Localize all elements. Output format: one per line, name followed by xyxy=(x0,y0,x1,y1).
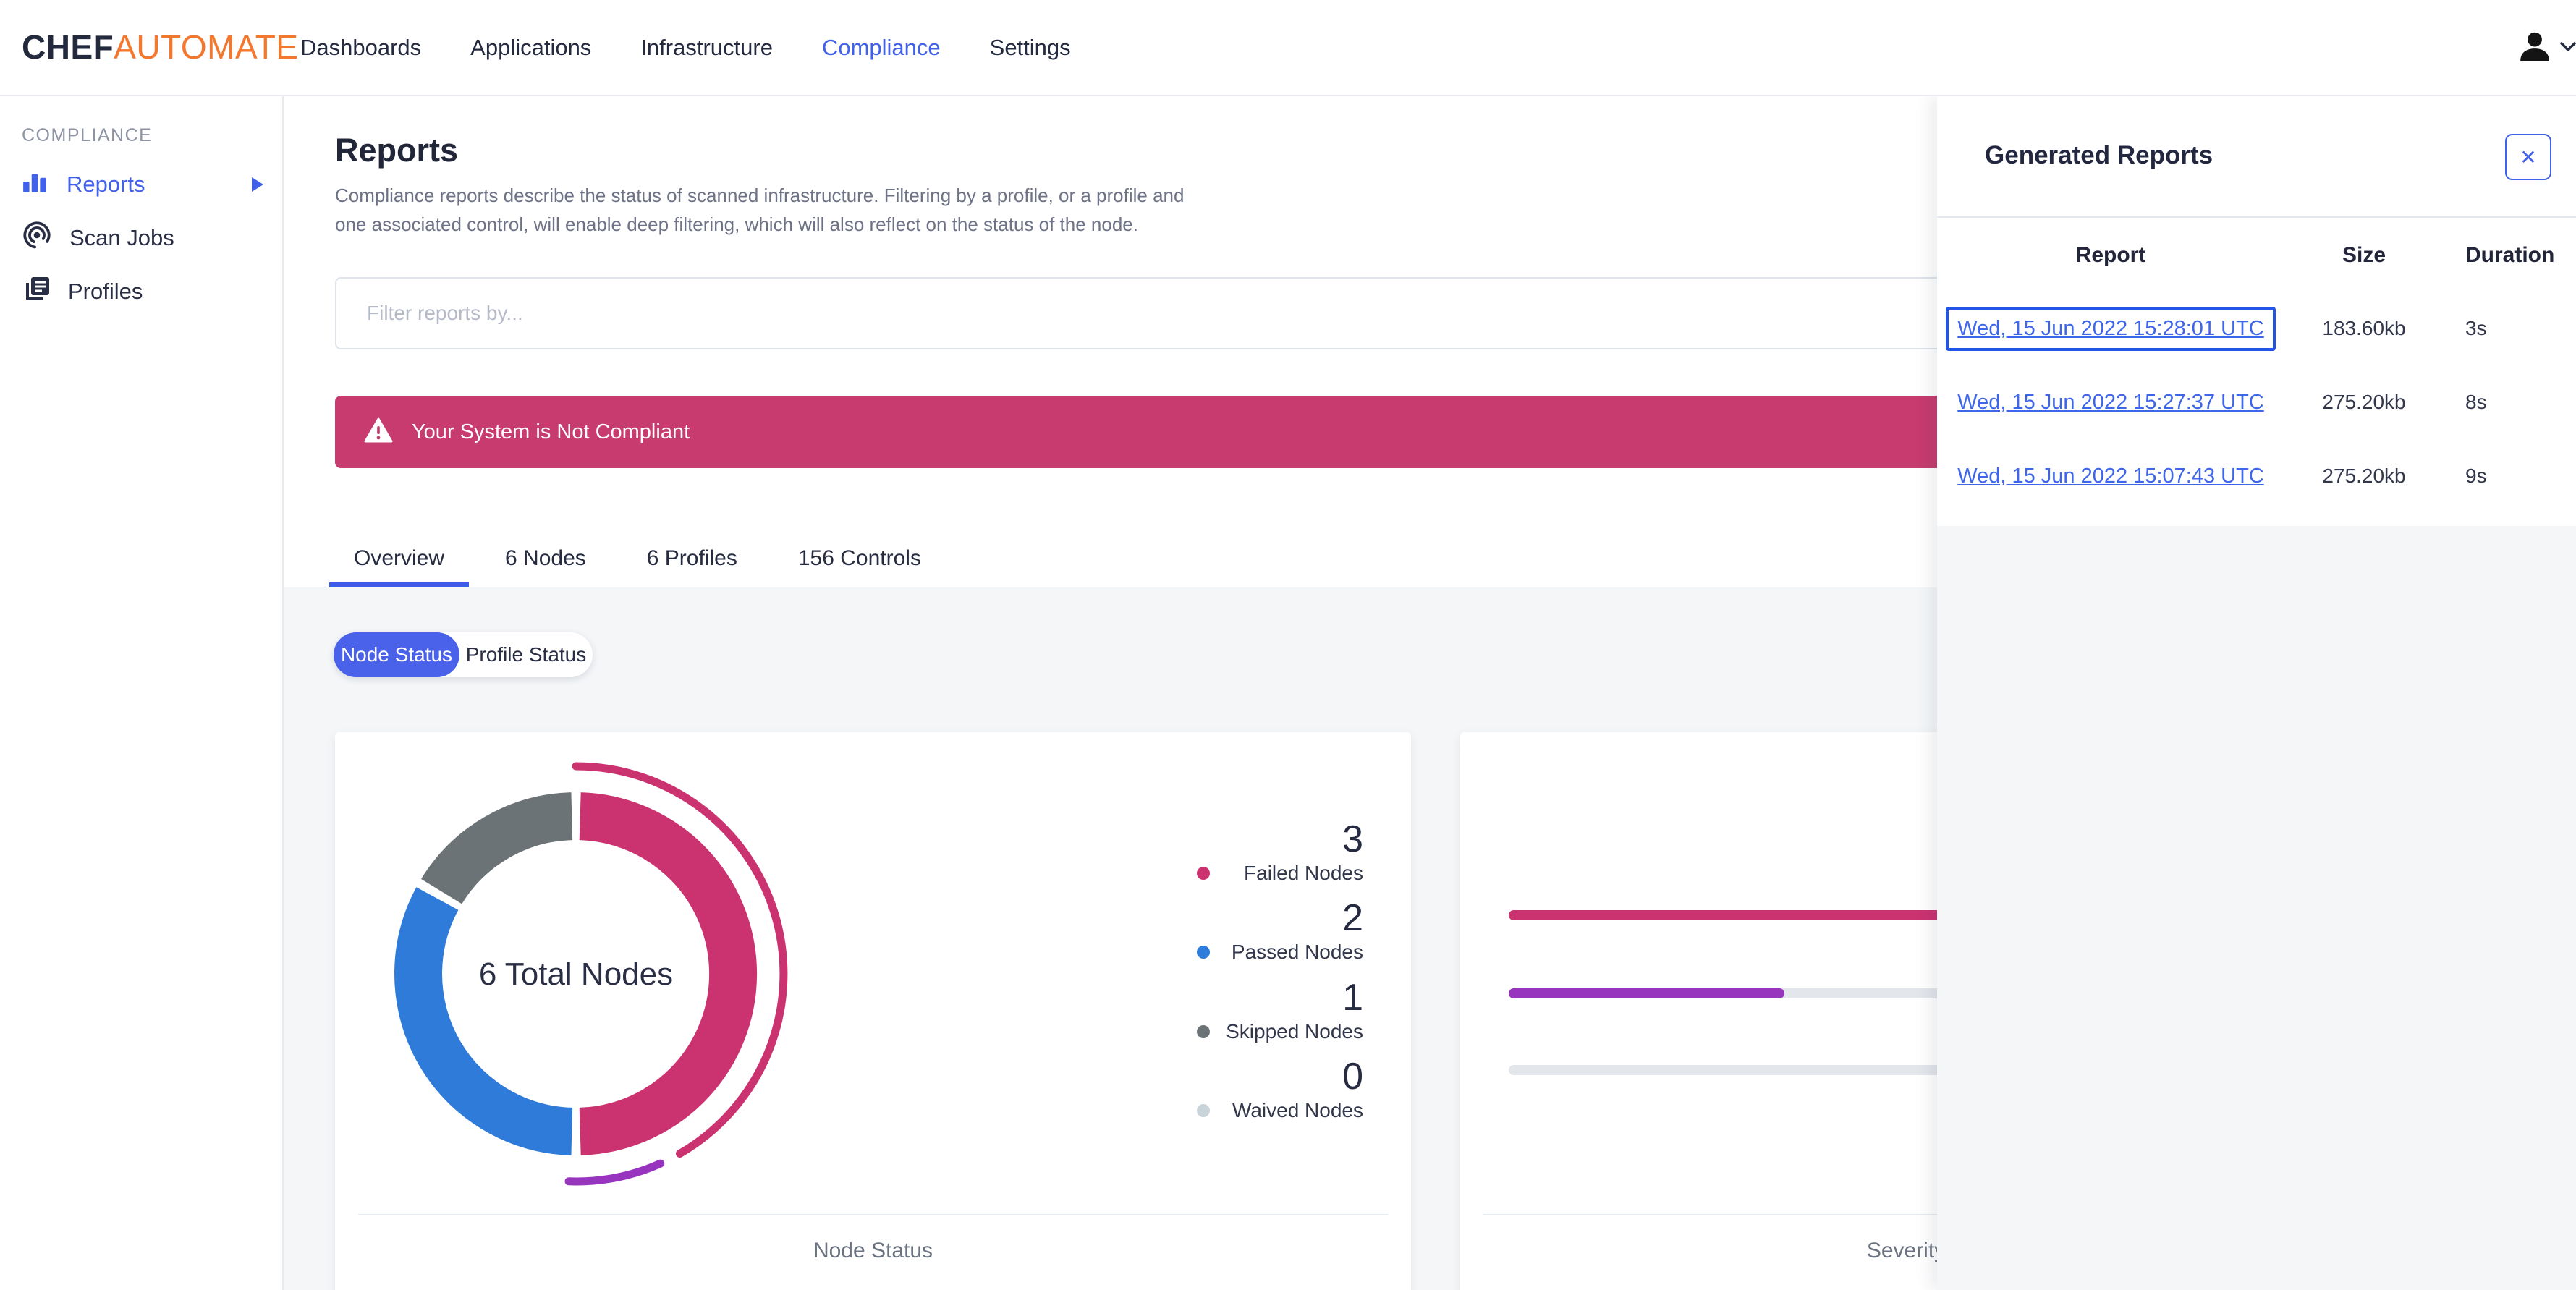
nav-infrastructure[interactable]: Infrastructure xyxy=(640,35,773,61)
selected-report-focus-ring: Wed, 15 Jun 2022 15:28:01 UTC xyxy=(1946,306,2276,351)
page-description-line2: one associated control, will enable deep… xyxy=(335,213,1138,235)
tab-controls[interactable]: 156 Controls xyxy=(774,529,946,587)
sidebar-item-label: Scan Jobs xyxy=(69,225,174,250)
nav-compliance[interactable]: Compliance xyxy=(822,35,941,61)
tab-profiles[interactable]: 6 Profiles xyxy=(622,529,762,587)
sidebar: COMPLIANCE Reports Scan Jobs Profiles xyxy=(0,96,284,1290)
waived-label: Waived Nodes xyxy=(1232,1099,1363,1121)
legend-item-failed: 3 Failed Nodes xyxy=(1197,819,1363,884)
tab-nodes[interactable]: 6 Nodes xyxy=(480,529,611,587)
reports-table-header: Report Size Duration xyxy=(1937,239,2576,271)
table-row: Wed, 15 Jun 2022 15:27:37 UTC 275.20kb 8… xyxy=(1937,386,2576,418)
report-tabs: Overview 6 Nodes 6 Profiles 156 Controls xyxy=(329,529,946,587)
nav-dashboards[interactable]: Dashboards xyxy=(300,35,421,61)
nav-settings[interactable]: Settings xyxy=(990,35,1071,61)
user-avatar-icon xyxy=(2517,29,2553,69)
close-icon: ✕ xyxy=(2520,145,2537,169)
warning-triangle-icon xyxy=(364,417,393,447)
sidebar-item-reports[interactable]: Reports xyxy=(0,166,284,203)
user-menu-button[interactable] xyxy=(2517,29,2576,69)
sidebar-item-label: Reports xyxy=(67,171,145,197)
waived-dot-icon xyxy=(1197,1104,1210,1117)
column-header-size: Size xyxy=(2342,243,2386,267)
sidebar-item-label: Profiles xyxy=(68,279,143,304)
card-footer-divider xyxy=(358,1214,1388,1215)
donut-total-label: 6 Total Nodes xyxy=(478,956,674,992)
report-duration: 9s xyxy=(2465,464,2487,487)
tab-overview[interactable]: Overview xyxy=(329,529,470,587)
primary-nav: Dashboards Applications Infrastructure C… xyxy=(300,0,1071,95)
waived-count: 0 xyxy=(1342,1056,1363,1098)
page-title: Reports xyxy=(335,132,459,169)
page-description-line1: Compliance reports describe the status o… xyxy=(335,184,1185,206)
report-size: 183.60kb xyxy=(2322,317,2406,339)
app-root: CHEFAUTOMATE Dashboards Applications Inf… xyxy=(0,0,2576,1290)
top-navbar: CHEFAUTOMATE Dashboards Applications Inf… xyxy=(0,0,2576,96)
toggle-node-status[interactable]: Node Status xyxy=(334,632,459,677)
page-description: Compliance reports describe the status o… xyxy=(335,181,1184,239)
table-row: Wed, 15 Jun 2022 15:28:01 UTC 183.60kb 3… xyxy=(1937,306,2576,351)
close-panel-button[interactable]: ✕ xyxy=(2505,134,2551,180)
node-status-card-footer: Node Status xyxy=(813,1239,933,1263)
panel-title: Generated Reports xyxy=(1985,141,2213,169)
sidebar-item-scan-jobs[interactable]: Scan Jobs xyxy=(0,219,284,257)
node-status-card: 6 Total Nodes 3 Failed Nodes 2 Passed No… xyxy=(335,732,1411,1290)
report-duration: 8s xyxy=(2465,391,2487,413)
skipped-dot-icon xyxy=(1197,1025,1210,1038)
passed-count: 2 xyxy=(1342,897,1363,939)
report-link[interactable]: Wed, 15 Jun 2022 15:27:37 UTC xyxy=(1957,391,2263,415)
report-link[interactable]: Wed, 15 Jun 2022 15:28:01 UTC xyxy=(1957,317,2263,340)
passed-dot-icon xyxy=(1197,946,1210,959)
chevron-down-icon xyxy=(2560,42,2576,56)
report-link[interactable]: Wed, 15 Jun 2022 15:07:43 UTC xyxy=(1957,464,2263,488)
logo-automate: AUTOMATE xyxy=(114,28,299,66)
sidebar-section-label: COMPLIANCE xyxy=(22,125,153,145)
banner-text: Your System is Not Compliant xyxy=(412,420,690,444)
skipped-count: 1 xyxy=(1342,977,1363,1019)
failed-count: 3 xyxy=(1342,818,1363,860)
status-toggle: Node Status Profile Status xyxy=(334,632,593,677)
generated-reports-panel: Generated Reports ✕ Report Size Duration… xyxy=(1937,96,2576,1290)
legend-item-passed: 2 Passed Nodes xyxy=(1197,898,1363,963)
severity-bar-major-fill xyxy=(1509,988,1784,998)
logo-chef: CHEF xyxy=(22,28,114,66)
sidebar-item-profiles[interactable]: Profiles xyxy=(0,273,284,310)
legend-item-skipped: 1 Skipped Nodes xyxy=(1197,977,1363,1043)
passed-label: Passed Nodes xyxy=(1231,941,1363,963)
report-duration: 3s xyxy=(2465,317,2487,339)
report-size: 275.20kb xyxy=(2322,464,2406,487)
panel-header-divider xyxy=(1937,216,2576,218)
toggle-profile-status[interactable]: Profile Status xyxy=(459,632,593,677)
skipped-label: Skipped Nodes xyxy=(1226,1020,1363,1043)
nav-applications[interactable]: Applications xyxy=(470,35,591,61)
table-row: Wed, 15 Jun 2022 15:07:43 UTC 275.20kb 9… xyxy=(1937,460,2576,492)
profiles-document-icon xyxy=(22,274,51,309)
failed-dot-icon xyxy=(1197,867,1210,880)
column-header-duration: Duration xyxy=(2465,243,2555,267)
column-header-report: Report xyxy=(2075,243,2146,267)
report-size: 275.20kb xyxy=(2322,391,2406,413)
legend-item-waived: 0 Waived Nodes xyxy=(1197,1056,1363,1121)
failed-label: Failed Nodes xyxy=(1244,862,1363,884)
chef-automate-logo[interactable]: CHEFAUTOMATE xyxy=(22,27,299,67)
submenu-arrow-icon xyxy=(252,177,263,192)
scan-target-icon xyxy=(22,220,52,256)
bar-chart-icon xyxy=(22,168,49,201)
